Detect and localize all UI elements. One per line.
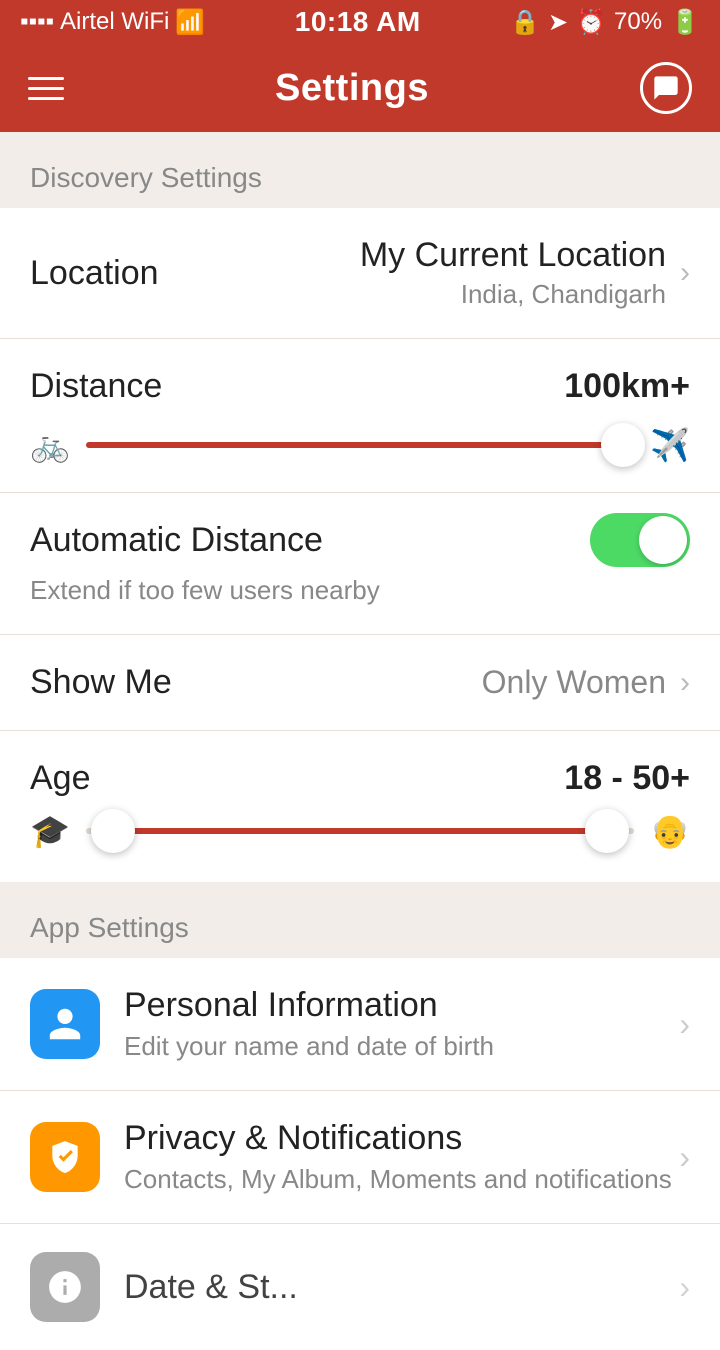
distance-right-icon: ✈️ — [650, 426, 690, 464]
age-slider-row: 🎓 👴 — [0, 798, 720, 882]
age-thumb-right[interactable] — [585, 809, 629, 853]
auto-distance-label: Automatic Distance — [30, 521, 323, 560]
age-slider-container: 🎓 👴 — [30, 812, 690, 850]
auto-distance-row: Automatic Distance Extend if too few use… — [0, 493, 720, 635]
date-settings-chevron: › — [679, 1269, 690, 1306]
location-chevron: › — [680, 256, 690, 290]
privacy-icon — [30, 1122, 100, 1192]
personal-info-text: Personal Information Edit your name and … — [124, 986, 679, 1062]
discovery-settings-header: Discovery Settings — [0, 132, 720, 208]
show-me-value[interactable]: Only Women › — [482, 664, 690, 701]
carrier-label: Airtel WiFi — [60, 8, 169, 36]
distance-track[interactable] — [86, 442, 634, 448]
nav-bar: Settings — [0, 44, 720, 132]
wifi-icon: 📶 — [175, 8, 205, 37]
age-thumb-left[interactable] — [91, 809, 135, 853]
location-value[interactable]: My Current Location India, Chandigarh › — [360, 236, 690, 310]
location-primary: My Current Location — [360, 236, 666, 275]
age-track[interactable] — [86, 828, 634, 834]
show-me-row[interactable]: Show Me Only Women › — [0, 635, 720, 731]
app-settings-header: App Settings — [0, 882, 720, 958]
battery-icon: 🔋 — [670, 8, 700, 37]
status-time: 10:18 AM — [295, 6, 421, 38]
distance-label-row: Distance 100km+ — [0, 339, 720, 412]
personal-info-row[interactable]: Personal Information Edit your name and … — [0, 958, 720, 1091]
menu-button[interactable] — [28, 77, 64, 100]
privacy-sub: Contacts, My Album, Moments and notifica… — [124, 1164, 679, 1195]
signal-icon: ▪▪▪▪ — [20, 8, 54, 36]
show-me-label: Show Me — [30, 663, 172, 702]
personal-info-title: Personal Information — [124, 986, 679, 1025]
status-right: 🔒 ➤ ⏰ 70% 🔋 — [510, 8, 700, 37]
date-settings-title: Date & St... — [124, 1268, 679, 1307]
distance-slider-row: 🚲 ✈️ — [0, 412, 720, 493]
age-label: Age — [30, 759, 91, 798]
privacy-text: Privacy & Notifications Contacts, My Alb… — [124, 1119, 679, 1195]
age-label-row: Age 18 - 50+ — [0, 731, 720, 798]
age-left-icon: 🎓 — [30, 812, 70, 850]
distance-left-icon: 🚲 — [30, 426, 70, 464]
privacy-chevron: › — [679, 1139, 690, 1176]
date-settings-icon — [30, 1252, 100, 1322]
lock-icon: 🔒 — [510, 8, 540, 37]
discovery-settings-card: Location My Current Location India, Chan… — [0, 208, 720, 882]
personal-info-chevron: › — [679, 1006, 690, 1043]
distance-value: 100km+ — [564, 367, 690, 406]
privacy-title: Privacy & Notifications — [124, 1119, 679, 1158]
date-settings-text: Date & St... — [124, 1268, 679, 1307]
personal-info-icon — [30, 989, 100, 1059]
location-sub: India, Chandigarh — [360, 279, 666, 310]
status-bar: ▪▪▪▪ Airtel WiFi 📶 10:18 AM 🔒 ➤ ⏰ 70% 🔋 — [0, 0, 720, 44]
distance-thumb[interactable] — [601, 423, 645, 467]
alarm-icon: ⏰ — [576, 8, 606, 37]
age-value: 18 - 50+ — [564, 759, 690, 798]
date-settings-row[interactable]: Date & St... › — [0, 1224, 720, 1350]
auto-distance-toggle[interactable] — [590, 513, 690, 567]
location-label: Location — [30, 254, 159, 293]
age-fill — [113, 828, 606, 834]
battery-label: 70% — [614, 8, 662, 36]
personal-info-sub: Edit your name and date of birth — [124, 1031, 679, 1062]
toggle-knob — [639, 516, 687, 564]
auto-distance-header: Automatic Distance — [30, 513, 690, 567]
show-me-text: Only Women — [482, 664, 666, 701]
location-row[interactable]: Location My Current Location India, Chan… — [0, 208, 720, 339]
age-right-icon: 👴 — [650, 812, 690, 850]
privacy-row[interactable]: Privacy & Notifications Contacts, My Alb… — [0, 1091, 720, 1224]
show-me-chevron: › — [680, 666, 690, 700]
auto-distance-sub: Extend if too few users nearby — [30, 575, 690, 606]
app-settings-card: Personal Information Edit your name and … — [0, 958, 720, 1350]
chat-button[interactable] — [640, 62, 692, 114]
distance-fill — [86, 442, 623, 448]
page-title: Settings — [275, 67, 429, 110]
location-icon: ➤ — [548, 8, 568, 37]
status-left: ▪▪▪▪ Airtel WiFi 📶 — [20, 8, 205, 37]
distance-slider-container: 🚲 ✈️ — [30, 426, 690, 464]
distance-label: Distance — [30, 367, 162, 406]
chat-icon — [652, 74, 680, 102]
